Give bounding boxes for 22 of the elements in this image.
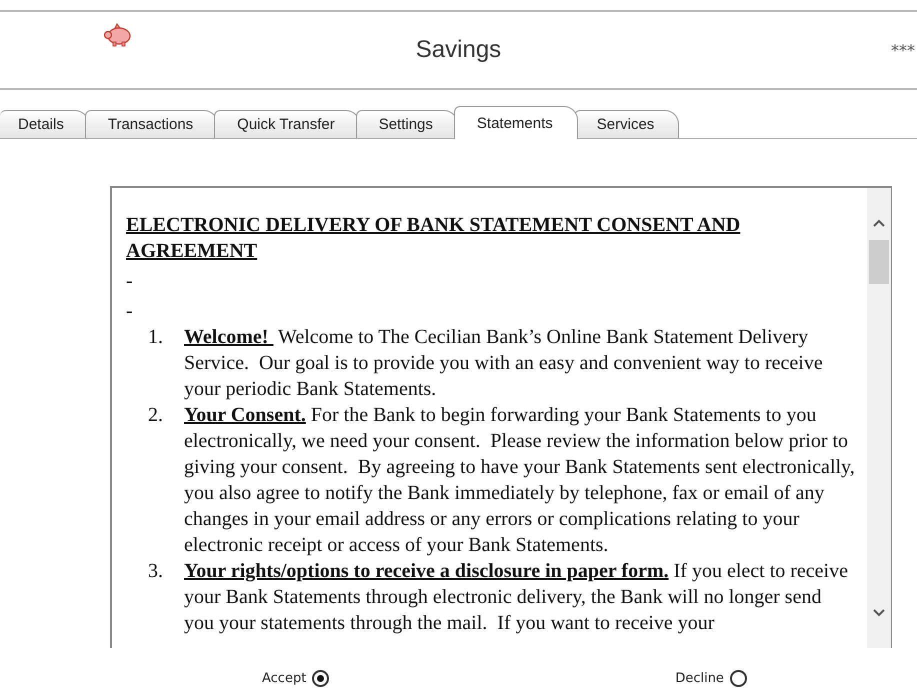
agreement-paragraph: Your rights/options to receive a disclosure in paper form. If you elect to receive your Bank Statements through electronic delivery, the Bank will no longer send you your statements through the mail. If you want to receive your (184, 559, 849, 636)
radio-button[interactable] (312, 670, 330, 687)
item-number: 1. (148, 325, 164, 350)
radio-label: Decline (675, 671, 724, 686)
tab[interactable]: Statements (454, 106, 578, 139)
scroll-thumb[interactable] (869, 240, 889, 284)
agreement-title: ELECTRONIC DELIVERY OF BANK STATEMENT CONSENT AND AGREEMENT (126, 213, 742, 264)
agreement-paragraph: Your Consent. For the Bank to begin forwarding your Bank Statements to you electronically, we need your consent. Please review the information below prior to giving your consent. By agreeing to have your Bank Statements sent electronically, you also agree to notify the Bank immediately by telephone, fax or email of any changes in your email address or any errors or complications relating to your electronic receipt or access of your Bank Statements. (184, 403, 856, 558)
item-number: 3. (148, 559, 164, 584)
item-number: 2. (148, 403, 164, 428)
tab[interactable]: Services (574, 110, 680, 138)
dash-text: - (126, 269, 134, 294)
scroll-down-icon[interactable] (872, 608, 886, 618)
radio-button[interactable] (730, 670, 747, 687)
account-title: Savings (416, 36, 502, 64)
dash-text: - (126, 299, 134, 324)
scrollbar[interactable] (867, 188, 891, 648)
agreement-paragraph: Welcome! Welcome to The Cecilian Bank’s Online Bank Statement Delivery Service. Our goal is to provide you with an easy and convenient way to receive your periodic Bank Statements. (184, 325, 824, 402)
piggy-bank-icon (103, 23, 133, 47)
masked-account-number: *** (891, 40, 915, 60)
scroll-up-icon[interactable] (872, 218, 886, 228)
radio-label: Accept (262, 671, 306, 686)
